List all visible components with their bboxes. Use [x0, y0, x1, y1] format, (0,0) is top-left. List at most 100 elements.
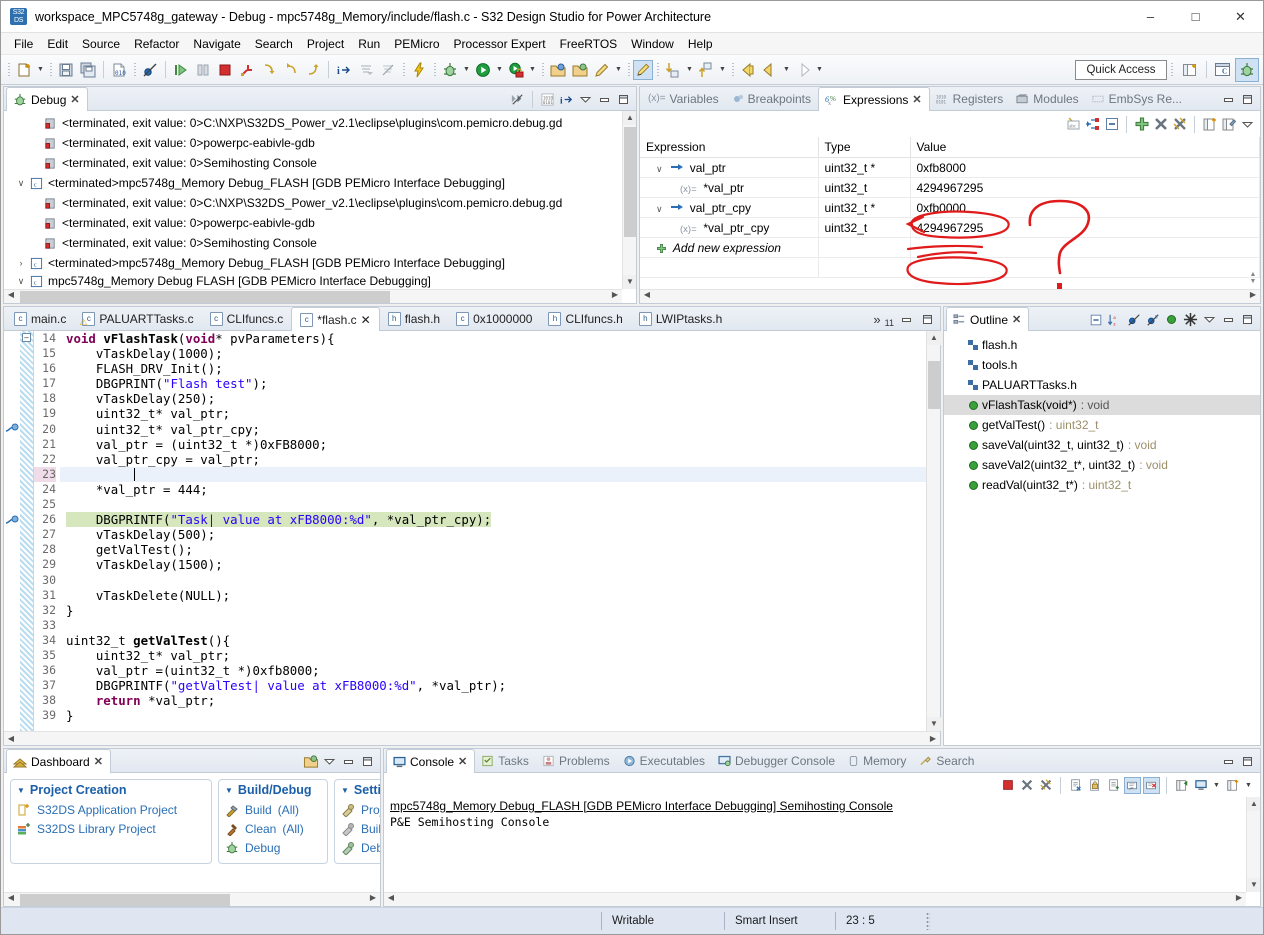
step-return-icon[interactable]	[302, 59, 324, 81]
scroll-right-icon[interactable]: ▶	[366, 893, 380, 902]
open-console-icon[interactable]	[1224, 777, 1241, 794]
close-button[interactable]: ✕	[1218, 1, 1263, 33]
display-selected-console-icon[interactable]	[1192, 777, 1209, 794]
minimize-icon[interactable]	[1220, 753, 1237, 770]
hide-static-icon[interactable]: S	[1144, 311, 1161, 328]
step-over-icon[interactable]	[280, 59, 302, 81]
save-icon[interactable]	[55, 59, 77, 81]
tab-breakpoints[interactable]: Breakpoints	[726, 87, 818, 110]
tree-node[interactable]: ∨ c <terminated>mpc5748g_Memory Debug_FL…	[4, 173, 636, 193]
close-icon[interactable]: ✕	[1012, 313, 1021, 326]
link-project-settings[interactable]: Proj	[341, 800, 380, 819]
section-header[interactable]: ▼ Project Creation	[17, 783, 205, 797]
code-line[interactable]: FLASH_DRV_Init();	[60, 361, 926, 376]
instruction-stepping-icon[interactable]: i	[558, 91, 575, 108]
code-line[interactable]	[60, 497, 926, 512]
close-icon[interactable]: ✕	[458, 755, 467, 768]
scroll-down-icon[interactable]: ▼	[1247, 878, 1260, 892]
value-cell[interactable]: 4294967295	[910, 217, 1260, 238]
scrollbar-thumb[interactable]	[928, 361, 940, 409]
debug-horizontal-scrollbar[interactable]: ◀ ▶	[4, 289, 622, 303]
scroll-left-icon[interactable]: ◀	[4, 290, 18, 299]
code-line[interactable]: val_ptr =(uint32_t *)0xfb8000;	[60, 663, 926, 678]
open-project-icon[interactable]	[547, 59, 569, 81]
hide-fields-icon[interactable]	[1125, 311, 1142, 328]
console-vertical-scrollbar[interactable]: ▲ ▼	[1246, 797, 1260, 892]
drop-to-frame-icon[interactable]	[355, 59, 377, 81]
edit-watchlist-icon[interactable]	[1220, 116, 1237, 133]
minimize-icon[interactable]	[340, 753, 357, 770]
scroll-down-icon[interactable]: ▼	[623, 275, 636, 289]
show-logical-structure-icon[interactable]	[1084, 116, 1101, 133]
editor-horizontal-scrollbar[interactable]: ◀ ▶	[4, 731, 940, 745]
console-content[interactable]: mpc5748g_Memory Debug_FLASH [GDB PEMicro…	[384, 797, 1260, 906]
suspend-icon[interactable]	[192, 59, 214, 81]
menu-pemicro[interactable]: PEMicro	[387, 35, 446, 53]
scroll-left-icon[interactable]: ◀	[640, 290, 654, 299]
col-value[interactable]: Value	[910, 137, 1260, 158]
code-line[interactable]: DBGPRINT("Flash test");	[60, 376, 926, 391]
tab-lwiptasks-h[interactable]: h LWIPtasks.h	[631, 307, 730, 330]
code-line[interactable]: void vFlashTask(void* pvParameters){	[60, 331, 926, 346]
code-line[interactable]: DBGPRINTF("getValTest| value at xFB8000:…	[60, 678, 926, 693]
console-horizontal-scrollbar[interactable]: ◀ ▶	[384, 892, 1246, 906]
tab-flash-h[interactable]: h flash.h	[380, 307, 448, 330]
code-line[interactable]: val_ptr = (uint32_t *)0xFB8000;	[60, 437, 926, 452]
close-icon[interactable]: ✕	[912, 93, 921, 106]
forward-dropdown-icon[interactable]: ▼	[781, 59, 792, 81]
run-dropdown-icon[interactable]: ▼	[494, 59, 505, 81]
maximize-button[interactable]: □	[1173, 1, 1218, 33]
debug-dropdown-icon[interactable]: ▼	[461, 59, 472, 81]
pin-console-icon[interactable]	[1173, 777, 1190, 794]
list-item[interactable]: flash.h	[944, 335, 1260, 355]
code-line[interactable]: vTaskDelay(1500);	[60, 557, 926, 572]
binary-view-icon[interactable]: 1010 0101	[539, 91, 556, 108]
tab-registers[interactable]: 1010 0101 Registers	[930, 87, 1011, 110]
next-dropdown-icon[interactable]: ▼	[814, 59, 825, 81]
collapse-all-icon[interactable]	[1103, 116, 1120, 133]
upload-icon[interactable]	[695, 59, 717, 81]
scroll-lock-icon[interactable]	[1086, 777, 1103, 794]
fold-toggle-icon[interactable]: –	[22, 333, 31, 342]
menu-refactor[interactable]: Refactor	[127, 35, 186, 53]
collapse-all-icon[interactable]	[509, 91, 526, 108]
tree-node[interactable]: <terminated, exit value: 0>C:\NXP\S32DS_…	[4, 113, 636, 133]
chevron-down-icon[interactable]: ▼	[17, 786, 25, 795]
tab-main-c[interactable]: c main.c	[6, 307, 74, 330]
editor-code-content[interactable]: void vFlashTask(void* pvParameters){ vTa…	[60, 331, 926, 731]
word-wrap-icon[interactable]	[1105, 777, 1122, 794]
code-line[interactable]: *val_ptr = 444;	[60, 482, 926, 497]
sort-icon[interactable]: az	[1106, 311, 1123, 328]
link-build-settings[interactable]: Buil	[341, 819, 380, 838]
code-line[interactable]: vTaskDelay(1000);	[60, 346, 926, 361]
table-row[interactable]: Add new expression	[640, 237, 1260, 258]
expander-icon[interactable]: ›	[14, 258, 28, 268]
terminate-icon[interactable]	[999, 777, 1016, 794]
editor-vertical-scrollbar[interactable]: ▲ ▼	[926, 331, 941, 731]
tab-overflow-icon[interactable]: »	[873, 312, 880, 327]
expression-cell[interactable]: (x)= *val_ptr	[640, 177, 819, 198]
col-type[interactable]: Type	[818, 137, 911, 158]
chevron-down-icon[interactable]: ▼	[225, 786, 233, 795]
remove-all-icon[interactable]	[1171, 116, 1188, 133]
table-row[interactable]: (x)= *val_ptr_cpy uint32_t 4294967295	[640, 217, 1260, 238]
menu-search[interactable]: Search	[248, 35, 300, 53]
tab-variables[interactable]: (x)= Variables	[642, 87, 726, 110]
hide-nonpublic-icon[interactable]	[1163, 311, 1180, 328]
code-line[interactable]: }	[60, 708, 926, 723]
section-header[interactable]: ▼ Build/Debug	[225, 783, 321, 797]
back-icon[interactable]	[737, 59, 759, 81]
view-menu-icon[interactable]	[577, 91, 594, 108]
show-console-on-output-icon[interactable]	[1124, 776, 1141, 794]
chevron-down-icon[interactable]: ▼	[341, 786, 349, 795]
terminate-icon[interactable]	[214, 59, 236, 81]
code-line[interactable]: vTaskDelay(500);	[60, 527, 926, 542]
outline-list[interactable]: flash.h tools.h PALUARTTasks.h vFlashTas…	[944, 331, 1260, 745]
tree-node[interactable]: › c <terminated>mpc5748g_Memory Debug_FL…	[4, 253, 636, 273]
scroll-up-icon[interactable]: ▲	[1247, 797, 1260, 811]
expressions-horizontal-scrollbar[interactable]: ◀ ▶	[640, 289, 1260, 303]
list-item-selected[interactable]: vFlashTask(void*) : void	[944, 395, 1260, 415]
menu-source[interactable]: Source	[75, 35, 127, 53]
tab-debug[interactable]: Debug ✕	[6, 87, 88, 111]
list-item[interactable]: getValTest() : uint32_t	[944, 415, 1260, 435]
